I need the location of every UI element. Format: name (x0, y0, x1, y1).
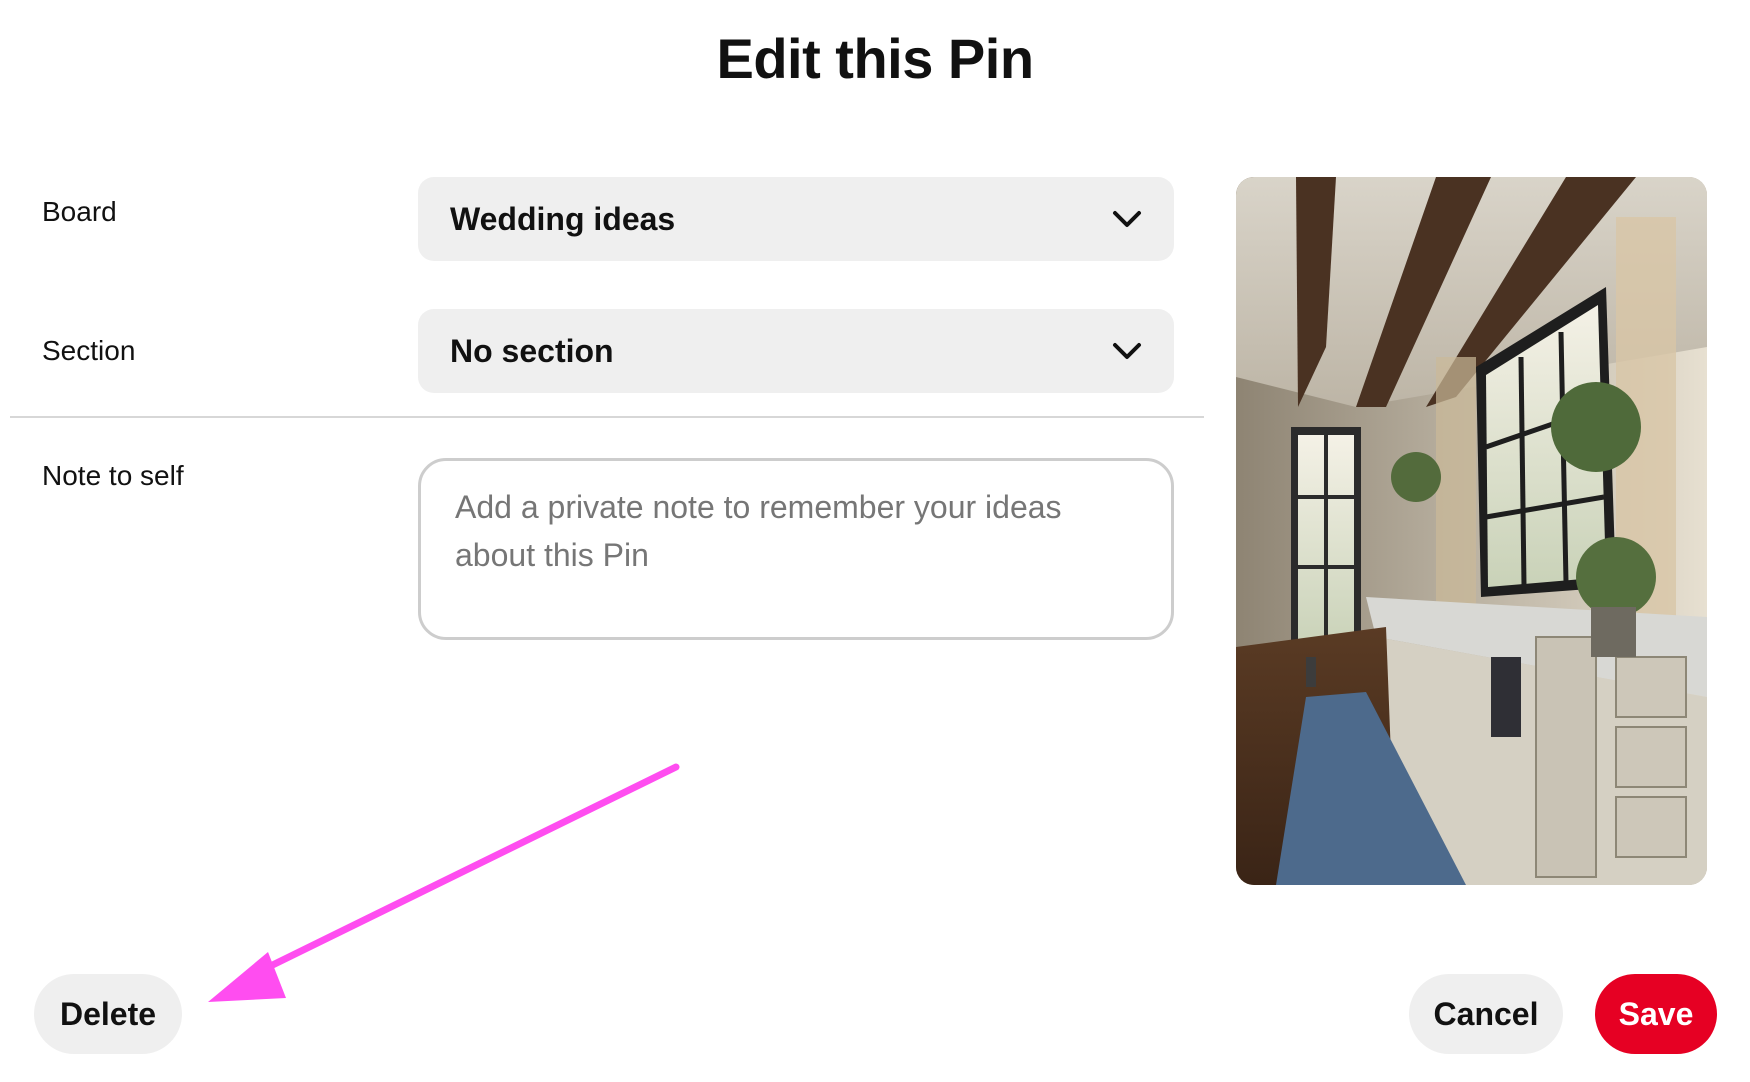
note-label: Note to self (42, 460, 184, 491)
chevron-down-icon (1112, 336, 1142, 366)
divider (10, 416, 1204, 418)
section-select[interactable]: No section (418, 309, 1174, 393)
dialog-title: Edit this Pin (716, 27, 1034, 90)
board-label: Board (42, 196, 117, 227)
note-to-self-field[interactable] (418, 458, 1174, 640)
save-button[interactable]: Save (1595, 974, 1717, 1054)
edit-pin-dialog: Edit this Pin Board Wedding ideas Sectio… (0, 0, 1750, 1082)
chevron-down-icon (1112, 204, 1142, 234)
pin-image (1236, 177, 1707, 885)
delete-button[interactable]: Delete (34, 974, 182, 1054)
section-label: Section (42, 335, 136, 366)
section-select-value: No section (450, 332, 614, 369)
board-select-value: Wedding ideas (450, 200, 676, 237)
board-select[interactable]: Wedding ideas (418, 177, 1174, 261)
cancel-button[interactable]: Cancel (1409, 974, 1563, 1054)
